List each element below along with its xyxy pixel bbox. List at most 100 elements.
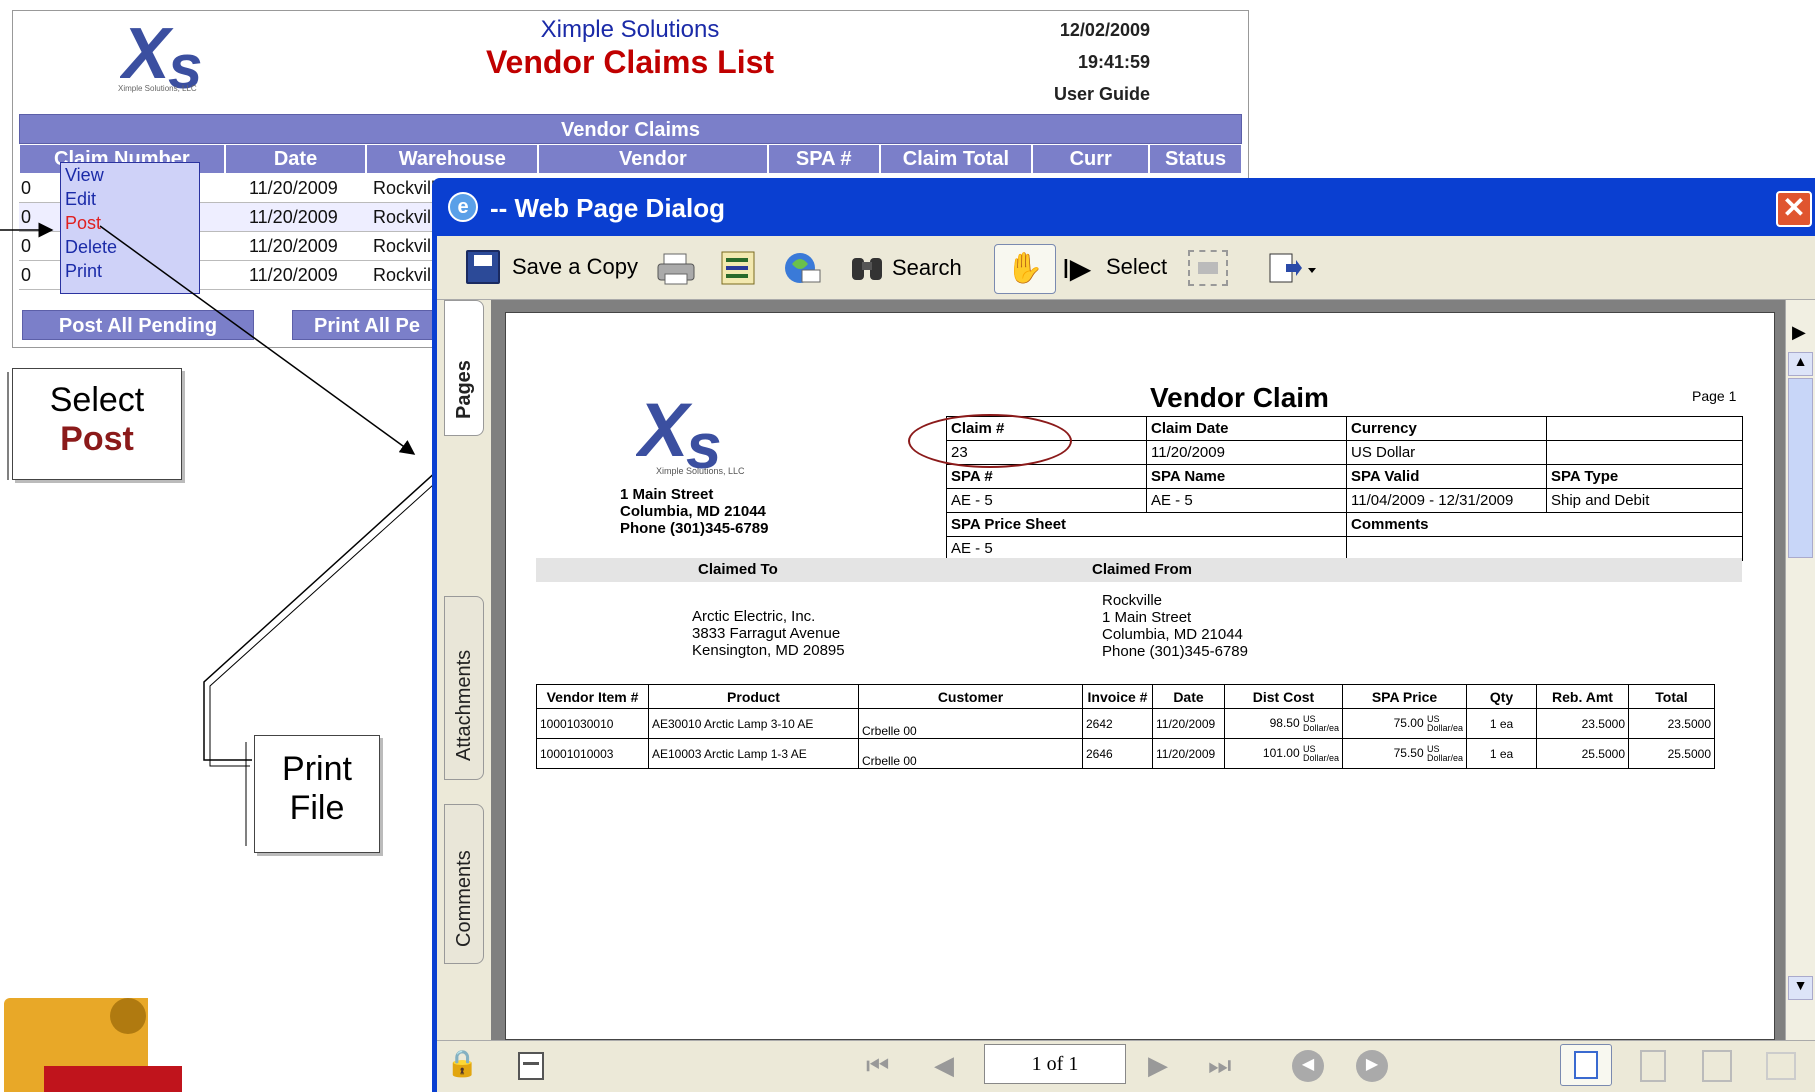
scroll-up-icon[interactable]: ▲ [1788, 352, 1813, 376]
decorative-corner-red [44, 1066, 182, 1092]
vertical-scrollbar[interactable]: ▲ ▼ [1785, 300, 1815, 1040]
address-line: Kensington, MD 20895 [692, 642, 845, 659]
page-layout-icon[interactable] [518, 1052, 544, 1080]
continuous-facing-view-icon[interactable] [1766, 1052, 1796, 1080]
claim-date-value: 11/20/2009 [1146, 440, 1347, 465]
cell-reb-amt: 25.5000 [1536, 738, 1629, 769]
price-sheet-value: AE - 5 [946, 536, 1347, 561]
dist-cost-value: 98.50 [1269, 715, 1300, 730]
address-line: Phone (301)345-6789 [1102, 643, 1248, 660]
cell-reb-amt: 23.5000 [1536, 708, 1629, 739]
cell-spa-price: 75.50 US Dollar/ea [1342, 738, 1467, 769]
page-number-label: Page 1 [1692, 388, 1737, 404]
security-icon[interactable]: 🔒 [446, 1048, 480, 1082]
col-product: Product [648, 684, 859, 709]
save-icon[interactable] [466, 250, 500, 284]
save-copy-button[interactable]: Save a Copy [512, 235, 638, 299]
address-line: Arctic Electric, Inc. [692, 608, 816, 625]
binoculars-icon[interactable] [848, 252, 888, 284]
forward-view-icon[interactable]: ▶ [1356, 1050, 1388, 1082]
address-line: 1 Main Street [620, 486, 714, 503]
col-qty: Qty [1466, 684, 1537, 709]
tab-pages-label: Pages [453, 360, 475, 419]
dialog-title: -- Web Page Dialog [490, 193, 725, 223]
single-page-view-icon[interactable] [1560, 1044, 1612, 1086]
cell-total: 23.5000 [1628, 708, 1715, 739]
cell-invoice: 2642 [1082, 708, 1153, 739]
expand-arrow-icon[interactable]: ▶ [1792, 322, 1806, 343]
spa-type-value: Ship and Debit [1546, 488, 1743, 513]
col-total: Total [1628, 684, 1715, 709]
close-icon[interactable]: ✕ [1776, 191, 1812, 227]
col-spa-price: SPA Price [1342, 684, 1467, 709]
address-line: Columbia, MD 21044 [1102, 626, 1243, 643]
col-dist-cost: Dist Cost [1224, 684, 1343, 709]
claimed-from-address: Rockville 1 Main Street Columbia, MD 210… [1102, 592, 1248, 660]
decorative-corner-circle [110, 998, 146, 1034]
claim-date-label: Claim Date [1146, 416, 1347, 441]
cell-product: AE10003 Arctic Lamp 1-3 AE [648, 738, 859, 769]
arrow-post-to-dialog [99, 225, 416, 455]
search-button[interactable]: Search [892, 236, 962, 300]
back-view-icon[interactable]: ◀ [1292, 1050, 1324, 1082]
cell-vendor-item: 10001030010 [536, 708, 649, 739]
first-page-icon[interactable]: ⏮ [866, 1050, 889, 1082]
table-row: 10001010003 AE10003 Arctic Lamp 1-3 AE C… [536, 738, 1715, 769]
text-select-icon[interactable]: I▶ [1062, 252, 1102, 286]
col-vendor-item: Vendor Item # [536, 684, 649, 709]
col-invoice: Invoice # [1082, 684, 1153, 709]
spa-number-value: AE - 5 [946, 488, 1147, 513]
select-button[interactable]: Select [1106, 235, 1167, 299]
tab-attachments[interactable]: Attachments [444, 596, 484, 780]
cell-date: 11/20/2009 [1152, 708, 1225, 739]
col-date: Date [1152, 684, 1225, 709]
page-number-input[interactable]: 1 of 1 [984, 1044, 1126, 1084]
cell-dist-cost: 98.50 US Dollar/ea [1224, 708, 1343, 739]
dist-cost-unit: Dollar/ea [1302, 752, 1339, 763]
prev-page-icon[interactable]: ◀ [934, 1050, 954, 1081]
table-row: 10001030010 AE30010 Arctic Lamp 3-10 AE … [536, 708, 1715, 739]
claimed-to-address: Arctic Electric, Inc. 3833 Farragut Aven… [692, 608, 845, 659]
last-page-icon[interactable]: ⏭ [1208, 1050, 1231, 1082]
address-line: Phone (301)345-6789 [620, 520, 769, 537]
scroll-down-icon[interactable]: ▼ [1788, 976, 1813, 1000]
dist-cost-value: 101.00 [1262, 745, 1300, 760]
spa-type-label: SPA Type [1546, 464, 1743, 489]
cell-qty: 1 ea [1466, 708, 1537, 739]
col-reb-amt: Reb. Amt [1536, 684, 1629, 709]
hand-tool-icon[interactable]: ✋ [994, 244, 1056, 294]
continuous-view-icon[interactable] [1640, 1050, 1666, 1082]
tab-comments[interactable]: Comments [444, 804, 484, 964]
export-dropdown-icon[interactable] [1268, 250, 1318, 286]
comments-label: Comments [1346, 512, 1743, 537]
spa-valid-label: SPA Valid [1346, 464, 1547, 489]
email-icon[interactable] [782, 250, 822, 286]
snapshot-icon[interactable] [1188, 250, 1228, 286]
facing-view-icon[interactable] [1702, 1050, 1732, 1082]
print-icon[interactable] [656, 252, 696, 286]
document-logo: X s [634, 388, 752, 482]
spa-number-label: SPA # [946, 464, 1147, 489]
dist-cost-unit: Dollar/ea [1302, 722, 1339, 733]
comments-value [1346, 536, 1743, 561]
cell-product: AE30010 Arctic Lamp 3-10 AE [648, 708, 859, 739]
cell-date: 11/20/2009 [1152, 738, 1225, 769]
tab-pages[interactable]: Pages [444, 300, 484, 436]
cell-vendor-item: 10001010003 [536, 738, 649, 769]
claim-items-table: Vendor Item # Product Customer Invoice #… [536, 684, 1715, 769]
ie-icon: e [448, 192, 478, 222]
claimed-from-label: Claimed From [1092, 561, 1193, 578]
cell-customer: Crbelle 00 [858, 708, 1083, 739]
organizer-icon[interactable] [720, 250, 756, 286]
next-page-icon[interactable]: ▶ [1148, 1050, 1168, 1081]
scroll-thumb[interactable] [1788, 378, 1813, 558]
tab-comments-label: Comments [453, 850, 475, 947]
spa-valid-value: 11/04/2009 - 12/31/2009 [1346, 488, 1547, 513]
address-line: Columbia, MD 21044 [620, 503, 766, 520]
spa-price-value: 75.50 [1393, 745, 1424, 760]
document-heading: Vendor Claim [1150, 382, 1329, 413]
address-line: 1 Main Street [1102, 609, 1192, 626]
empty-cell [1546, 416, 1743, 441]
document-logo-subtitle: Ximple Solutions, LLC [656, 466, 745, 476]
cell-customer: Crbelle 00 [858, 738, 1083, 769]
